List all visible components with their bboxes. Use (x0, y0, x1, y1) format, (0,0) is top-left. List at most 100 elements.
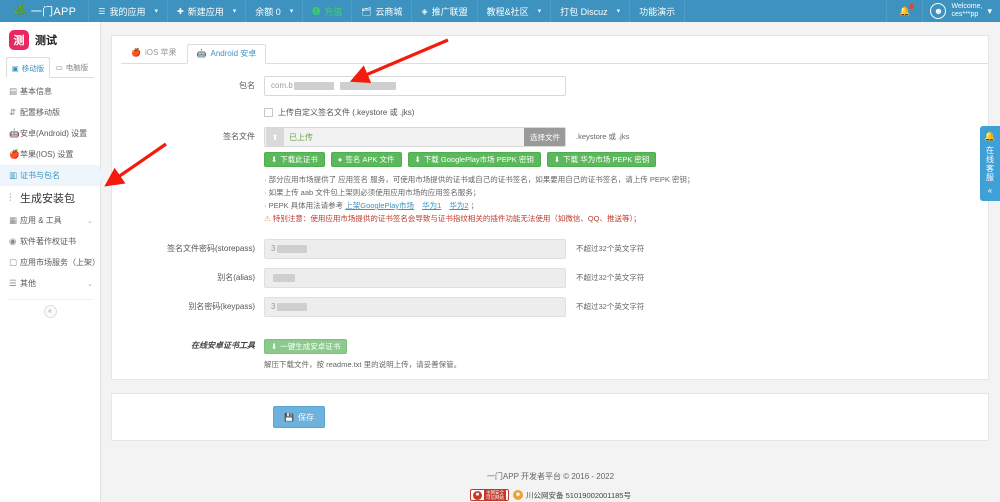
sidebar-item-generate-package[interactable]: ⫶ 生成安装包 (0, 186, 100, 210)
sidebar-item-basic-info[interactable]: ▤ 基本信息 (0, 81, 100, 102)
apple-icon: 🍎 (9, 149, 20, 159)
sign-apk-button[interactable]: ● 签名 APK 文件 (330, 152, 402, 167)
seal-icon: ✹ (473, 490, 483, 500)
row-alias: 别名(alias) 不超过32个英文字符 (112, 268, 988, 288)
nav-item-my-apps[interactable]: ☰ 我的应用 ▾ (89, 0, 168, 22)
download-certificate-button[interactable]: ⬇ 下载此证书 (264, 152, 325, 167)
share-icon: ◈ (421, 6, 428, 16)
nav-item-cloud-mall[interactable]: 🗂 云商城 (352, 0, 413, 22)
link-huawei-2[interactable]: 华为2 (449, 201, 468, 210)
upload-icon: ⬆ (266, 128, 284, 146)
alias-input[interactable] (264, 268, 566, 288)
tab-mobile[interactable]: ▣ 移动版 (6, 57, 50, 78)
keypass-label: 别名密码(keypass) (188, 302, 255, 311)
user-menu[interactable]: ☻ Welcome, ces***pp ▾ (923, 0, 1000, 22)
signature-file-label: 签名文件 (223, 132, 255, 141)
download-huawei-pepk-button[interactable]: ⬇ 下载 华为市场 PEPK 密钥 (546, 152, 657, 167)
brand-logo[interactable]: 🌿 一门APP (0, 0, 90, 22)
custom-sign-label: 上传自定义签名文件 (.keystore 或 .jks) (278, 108, 415, 117)
beian-text: 川公网安备 51019002001185号 (526, 490, 631, 500)
sidebar-item-label: 应用 & 工具 (20, 216, 62, 225)
main-content: 🍎 iOS 苹果 🤖 Android 安卓 包名 com.b 上传自定义签名文件… (101, 22, 1000, 502)
police-badge-icon: ☻ (513, 490, 524, 500)
collapse-icon[interactable]: « (988, 186, 992, 195)
save-icon: 💾 (284, 412, 294, 422)
custom-sign-checkbox[interactable] (264, 108, 273, 117)
chevron-down-icon: ⌄ (87, 217, 93, 225)
row-cert-tool: 在线安卓证书工具 ⬇ 一键生成安卓证书 解压下载文件，按 readme.txt … (112, 336, 988, 370)
sidebar-item-label: 苹果(IOS) 设置 (20, 150, 74, 159)
sidebar-item-market-service[interactable]: ▢ 应用市场服务（上架） (0, 252, 100, 273)
signature-upload-box[interactable]: ⬆ 已上传 选择文件 (264, 127, 566, 147)
nav-item-new-app[interactable]: ✚ 新建应用 ▾ (168, 0, 247, 22)
nav-label: 新建应用 (187, 6, 224, 17)
save-button[interactable]: 💾 保存 (273, 406, 325, 428)
alias-control: 不超过32个英文字符 (264, 268, 988, 288)
notifications-button[interactable]: 🔔 (887, 0, 924, 22)
download-googleplay-pepk-button[interactable]: ⬇ 下载 GooglePlay市场 PEPK 密钥 (407, 152, 541, 167)
tab-desktop[interactable]: ▭ 电脑版 (50, 57, 94, 77)
trusted-site-badge[interactable]: ✹ 主网安全 可信网站 (470, 489, 510, 501)
nav-item-feature-demo[interactable]: 功能演示 (630, 0, 686, 22)
content-tabs: 🍎 iOS 苹果 🤖 Android 安卓 (121, 44, 988, 64)
generate-certificate-button[interactable]: ⬇ 一键生成安卓证书 (264, 339, 348, 354)
nav-item-recharge[interactable]: 🅔 充值 (303, 0, 353, 22)
link-huawei-1[interactable]: 华为1 (422, 201, 441, 210)
package-name-control: com.b (264, 76, 988, 96)
download-icon: ⬇ (271, 155, 278, 164)
sidebar-item-apps-and-tools[interactable]: ▦ 应用 & 工具 ⌄ (0, 210, 100, 231)
nav-label: 我的应用 (109, 6, 146, 17)
list-icon: ☰ (98, 6, 106, 16)
nav-item-package-discuz[interactable]: 打包 Discuz ▾ (551, 0, 631, 22)
money-icon: 🅔 (312, 6, 321, 16)
nav-item-tutorial-community[interactable]: 教程&社区 ▾ (478, 0, 552, 22)
button-label: 下载 华为市场 PEPK 密钥 (563, 155, 650, 164)
avatar: ☻ (930, 3, 947, 19)
app-header: 测 测试 (0, 22, 100, 57)
sidebar-item-label: 其他 (20, 279, 36, 288)
sidebar-item-label: 基本信息 (20, 87, 52, 96)
sidebar-collapse-button[interactable]: « (43, 305, 57, 318)
online-service-rail[interactable]: 🔔 在线客服 « (980, 126, 1000, 201)
tab-android[interactable]: 🤖 Android 安卓 (186, 44, 267, 64)
row-storepass: 签名文件密码(storepass) 3 不超过32个英文字符 (112, 239, 988, 259)
tab-ios[interactable]: 🍎 iOS 苹果 (121, 43, 187, 63)
download-icon: ⬇ (271, 342, 278, 351)
cert-tool-label: 在线安卓证书工具 (191, 341, 255, 350)
choose-file-button[interactable]: 选择文件 (524, 128, 565, 146)
police-beian-link[interactable]: ☻ 川公网安备 51019002001185号 (513, 490, 631, 501)
custom-sign-checkbox-row[interactable]: 上传自定义签名文件 (.keystore 或 .jks) (264, 105, 988, 118)
keypass-input[interactable]: 3 (264, 297, 566, 317)
sidebar-item-other[interactable]: ☰ 其他 ⌄ (0, 273, 100, 294)
package-name-input[interactable]: com.b (264, 76, 566, 96)
save-bar: 💾 保存 (111, 393, 989, 441)
sidebar-item-certificate-and-package[interactable]: ▥ 证书与包名 (0, 165, 106, 186)
sidebar-item-label: 生成安装包 (20, 193, 75, 205)
redacted-block (293, 82, 334, 90)
desktop-icon: ▭ (55, 63, 63, 72)
user-name: ces***pp (951, 11, 979, 18)
grid-icon: ▦ (9, 215, 18, 225)
button-label: 下载 GooglePlay市场 PEPK 密钥 (423, 155, 534, 164)
sidebar-item-ios-settings[interactable]: 🍎 苹果(IOS) 设置 (0, 144, 100, 165)
footer-copyright: 一门APP 开发者平台 © 2016 - 2022 (486, 472, 615, 481)
sidebar-item-android-settings[interactable]: 🤖 安卓(Android) 设置 (0, 123, 100, 144)
sidebar-item-configure-mobile[interactable]: ⇵ 配置移动版 (0, 102, 100, 123)
button-label: 一键生成安卓证书 (280, 342, 341, 351)
certificate-icon: ▥ (9, 170, 18, 180)
package-icon: ⫶ (9, 192, 12, 204)
user-greeting: Welcome, (951, 3, 983, 10)
storepass-input[interactable]: 3 (264, 239, 566, 259)
download-icon: ⬇ (553, 155, 561, 164)
link-googleplay-market[interactable]: 上架GooglePlay市场 (345, 201, 414, 210)
sidebar-item-copyright-certificate[interactable]: ◉ 软件著作权证书 (0, 231, 100, 252)
nav-item-promotion-alliance[interactable]: ◈ 推广联盟 (412, 0, 478, 22)
android-icon: 🤖 (196, 49, 207, 58)
button-label: 下载此证书 (280, 155, 318, 164)
chevron-down-icon: ▾ (154, 8, 158, 15)
redacted-block (339, 82, 396, 90)
nav-item-balance[interactable]: 余额 0 ▾ (246, 0, 304, 22)
chevron-down-icon: ▾ (232, 8, 237, 15)
app-name: 测试 (35, 35, 57, 47)
nav-label: 充值 (324, 6, 343, 17)
